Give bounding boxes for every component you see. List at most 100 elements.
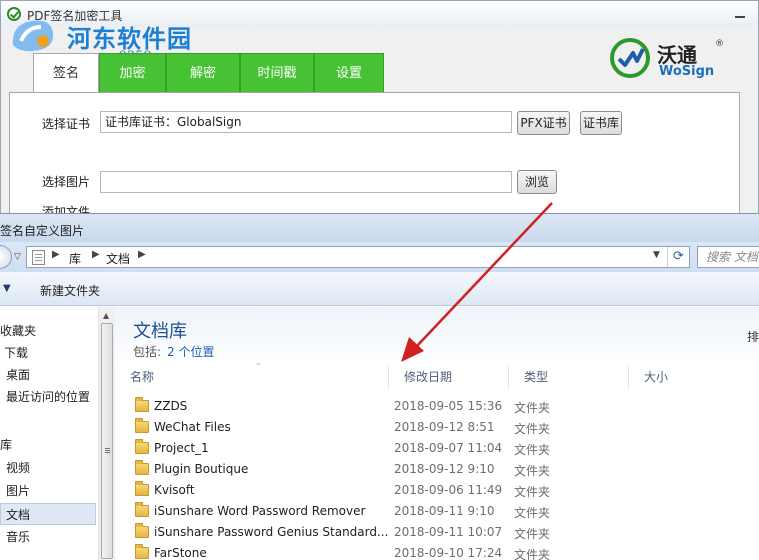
breadcrumb-libraries[interactable]: 库 [69, 250, 81, 267]
file-name: iSunshare Word Password Remover [154, 504, 366, 518]
scrollbar-thumb[interactable] [101, 323, 113, 559]
address-row: ▽ ▶ 库 ▶ 文档 ▶ ▼ ⟳ 搜索 文档 [0, 242, 759, 272]
column-name[interactable]: 名称 [115, 365, 388, 389]
library-header: 文档库 包括: 2 个位置 排 [115, 307, 759, 365]
wosign-logo: 沃通 ® WoSign [609, 37, 727, 85]
column-type[interactable]: 类型 [508, 365, 628, 389]
dialog-title-bar: 签名自定义图片 [0, 214, 759, 242]
nav-pictures[interactable]: 图片 [0, 480, 96, 502]
file-name: WeChat Files [154, 420, 231, 434]
nav-videos[interactable]: 视频 [0, 457, 96, 479]
folder-icon [135, 397, 149, 412]
folder-icon [135, 481, 149, 496]
arrange-by-label[interactable]: 排 [747, 328, 759, 345]
file-name: Project_1 [154, 441, 209, 455]
tab-sign[interactable]: 签名 [33, 53, 99, 94]
back-button[interactable] [0, 245, 12, 269]
column-headers: ⌃ 名称 修改日期 类型 大小 [115, 362, 759, 389]
wosign-check-icon [610, 38, 650, 78]
breadcrumb-documents[interactable]: 文档 [106, 250, 130, 267]
nav-documents[interactable]: 文档 [0, 503, 96, 525]
breadcrumb-arrow-icon[interactable]: ▶ [138, 249, 146, 260]
file-name: Kvisoft [154, 483, 195, 497]
tab-decrypt[interactable]: 解密 [166, 53, 240, 93]
new-folder-button[interactable]: 新建文件夹 [40, 282, 100, 299]
file-modified: 2018-09-10 17:24 [394, 546, 503, 560]
pdf-sign-tool-window: PDF签名加密工具 河东软件园 www.pc0359.cn 签名 加密 解密 时… [0, 0, 759, 215]
list-item[interactable]: iSunshare Password Genius Standard... 20… [115, 523, 759, 544]
file-name: iSunshare Password Genius Standard... [154, 525, 389, 539]
list-item[interactable]: WeChat Files 2018-09-12 8:51 文件夹 [115, 418, 759, 439]
cert-store-button[interactable]: 证书库 [580, 111, 622, 135]
file-modified: 2018-09-07 11:04 [394, 441, 503, 455]
registered-mark: ® [715, 39, 724, 49]
breadcrumb-arrow-icon[interactable]: ▶ [92, 249, 100, 260]
file-type: 文件夹 [514, 527, 551, 541]
address-dropdown-icon[interactable]: ▼ [653, 250, 660, 260]
minimize-button[interactable] [726, 5, 754, 23]
file-open-dialog: 签名自定义图片 ▽ ▶ 库 ▶ 文档 ▶ ▼ ⟳ 搜索 文档 ▼ 新建文件夹 收… [0, 213, 759, 560]
nav-libraries[interactable]: 库 [0, 434, 96, 456]
file-type: 文件夹 [514, 443, 551, 457]
folder-icon [135, 502, 149, 517]
file-type: 文件夹 [514, 506, 551, 520]
file-type: 文件夹 [514, 464, 551, 478]
address-bar[interactable]: ▶ 库 ▶ 文档 ▶ ▼ ⟳ [26, 246, 690, 268]
list-item[interactable]: iSunshare Word Password Remover 2018-09-… [115, 502, 759, 523]
sign-tab-panel: 选择证书 证书库证书：GlobalSign PFX证书 证书库 选择图片 浏览 … [9, 92, 740, 214]
browse-button[interactable]: 浏览 [517, 170, 557, 194]
nav-downloads[interactable]: 下载 [0, 342, 96, 364]
library-includes-label: 包括: [133, 345, 162, 359]
tab-settings[interactable]: 设置 [314, 53, 384, 93]
cert-field[interactable]: 证书库证书：GlobalSign [100, 111, 512, 133]
organize-dropdown-icon[interactable]: ▼ [3, 283, 11, 294]
file-modified: 2018-09-06 11:49 [394, 483, 503, 497]
nav-desktop[interactable]: 桌面 [0, 364, 96, 386]
scroll-up-arrow-icon[interactable]: ▲ [103, 311, 109, 320]
recent-locations-dropdown-icon[interactable]: ▽ [14, 252, 21, 262]
pfx-cert-button[interactable]: PFX证书 [517, 111, 570, 135]
file-type: 文件夹 [514, 401, 551, 415]
file-type: 文件夹 [514, 485, 551, 499]
watermark-logo-icon [12, 20, 54, 52]
file-modified: 2018-09-11 9:10 [394, 504, 495, 518]
nav-favorites[interactable]: 收藏夹 [0, 320, 96, 342]
list-item[interactable]: Kvisoft 2018-09-06 11:49 文件夹 [115, 481, 759, 502]
nav-music[interactable]: 音乐 [0, 526, 96, 548]
grip-icon [105, 448, 110, 449]
column-date-modified[interactable]: 修改日期 [388, 365, 508, 389]
column-size[interactable]: 大小 [628, 365, 759, 389]
folder-icon [135, 460, 149, 475]
search-input[interactable]: 搜索 文档 [697, 246, 759, 268]
wosign-name-en: WoSign [659, 64, 715, 79]
library-title: 文档库 [133, 321, 187, 342]
file-modified: 2018-09-11 10:07 [394, 525, 503, 539]
dialog-toolbar: ▼ 新建文件夹 [0, 272, 759, 306]
file-name: FarStone [154, 546, 207, 560]
library-icon [32, 250, 45, 265]
file-name: Plugin Boutique [154, 462, 249, 476]
folder-icon [135, 544, 149, 559]
list-item[interactable]: Project_1 2018-09-07 11:04 文件夹 [115, 439, 759, 460]
folder-icon [135, 439, 149, 454]
tab-encrypt[interactable]: 加密 [99, 53, 166, 93]
file-type: 文件夹 [514, 548, 551, 560]
cert-label: 选择证书 [42, 117, 91, 131]
navigation-pane: 收藏夹 下载 桌面 最近访问的位置 库 视频 图片 文档 音乐 [0, 307, 98, 560]
tab-timestamp[interactable]: 时间戳 [240, 53, 314, 93]
image-path-field[interactable] [100, 171, 512, 193]
refresh-icon[interactable]: ⟳ [667, 247, 689, 267]
list-item[interactable]: FarStone 2018-09-10 17:24 文件夹 [115, 544, 759, 560]
library-locations-link[interactable]: 2 个位置 [167, 343, 214, 360]
dialog-title: 签名自定义图片 [0, 224, 85, 238]
folder-icon [135, 523, 149, 538]
list-item[interactable]: Plugin Boutique 2018-09-12 9:10 文件夹 [115, 460, 759, 481]
nav-recent-places[interactable]: 最近访问的位置 [0, 386, 96, 408]
breadcrumb-arrow-icon[interactable]: ▶ [52, 249, 60, 260]
image-label: 选择图片 [42, 175, 91, 189]
file-modified: 2018-09-05 15:36 [394, 399, 503, 413]
nav-scrollbar[interactable]: ▲ [98, 307, 115, 560]
file-modified: 2018-09-12 9:10 [394, 462, 495, 476]
file-modified: 2018-09-12 8:51 [394, 420, 495, 434]
list-item[interactable]: ZZDS 2018-09-05 15:36 文件夹 [115, 397, 759, 418]
